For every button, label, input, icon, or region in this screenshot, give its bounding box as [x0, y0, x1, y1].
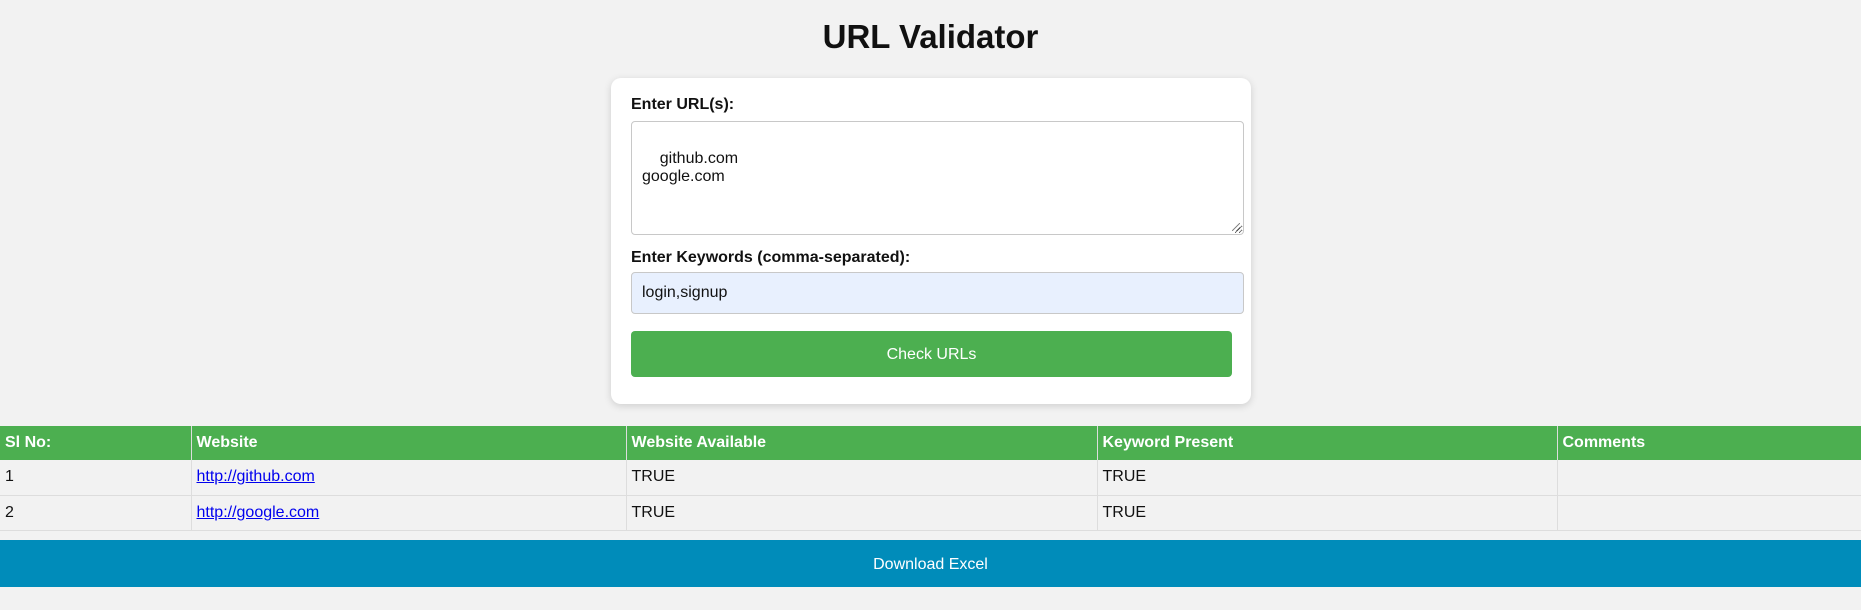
cell-comments [1557, 460, 1861, 496]
keywords-label: Enter Keywords (comma-separated): [631, 249, 911, 266]
table-row: 1 http://github.com TRUE TRUE [0, 460, 1861, 496]
results-table: Sl No: Website Website Available Keyword… [0, 426, 1861, 531]
cell-website-available: TRUE [626, 495, 1098, 531]
column-header-website-available: Website Available [626, 426, 1098, 460]
cell-keyword-present: TRUE [1097, 460, 1558, 496]
table-header-row: Sl No: Website Website Available Keyword… [0, 426, 1861, 460]
validator-form-card: Enter URL(s): github.com google.com Ente… [611, 78, 1251, 404]
cell-website: http://github.com [191, 460, 627, 496]
cell-sl-no: 1 [0, 460, 192, 496]
urls-textarea[interactable]: github.com google.com [631, 121, 1244, 235]
page-title: URL Validator [822, 18, 1039, 55]
column-header-keyword-present: Keyword Present [1097, 426, 1558, 460]
urls-label: Enter URL(s): [631, 96, 735, 113]
keywords-input-value: login,signup [642, 284, 728, 301]
keywords-input[interactable]: login,signup [631, 272, 1244, 314]
column-header-sl-no: Sl No: [0, 426, 192, 460]
download-excel-button[interactable]: Download Excel [0, 540, 1861, 587]
resize-grip-icon[interactable] [1232, 223, 1240, 231]
table-row: 2 http://google.com TRUE TRUE [0, 495, 1861, 531]
column-header-comments: Comments [1557, 426, 1861, 460]
cell-keyword-present: TRUE [1097, 495, 1558, 531]
column-header-website: Website [191, 426, 627, 460]
cell-sl-no: 2 [0, 495, 192, 531]
urls-textarea-value: github.com google.com [642, 150, 739, 185]
website-link[interactable]: http://google.com [197, 504, 320, 521]
check-urls-button[interactable]: Check URLs [631, 331, 1232, 377]
cell-website: http://google.com [191, 495, 627, 531]
cell-website-available: TRUE [626, 460, 1098, 496]
website-link[interactable]: http://github.com [197, 468, 315, 485]
cell-comments [1557, 495, 1861, 531]
